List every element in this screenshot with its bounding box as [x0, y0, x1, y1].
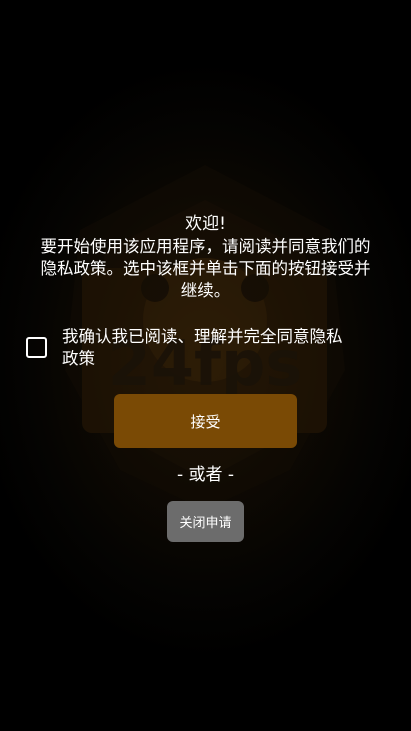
intro-text: 要开始使用该应用程序，请阅读并同意我们的 隐私政策。选中该框并单击下面的按钮接受… — [40, 237, 371, 300]
close-application-button[interactable]: 关闭申请 — [167, 501, 244, 542]
consent-checkbox[interactable] — [26, 337, 47, 358]
consent-label[interactable]: 我确认我已阅读、理解并完全同意隐私 政策 — [62, 326, 392, 370]
welcome-title: 欢迎! — [185, 214, 226, 234]
accept-button[interactable]: 接受 — [114, 394, 297, 448]
privacy-consent-screen: 24fps 欢迎! 要开始使用该应用程序，请阅读并同意我们的 隐私政策。选中该框… — [0, 0, 411, 731]
consent-row[interactable]: 我确认我已阅读、理解并完全同意隐私 政策 — [24, 326, 394, 370]
or-divider: - 或者 - — [176, 465, 235, 485]
